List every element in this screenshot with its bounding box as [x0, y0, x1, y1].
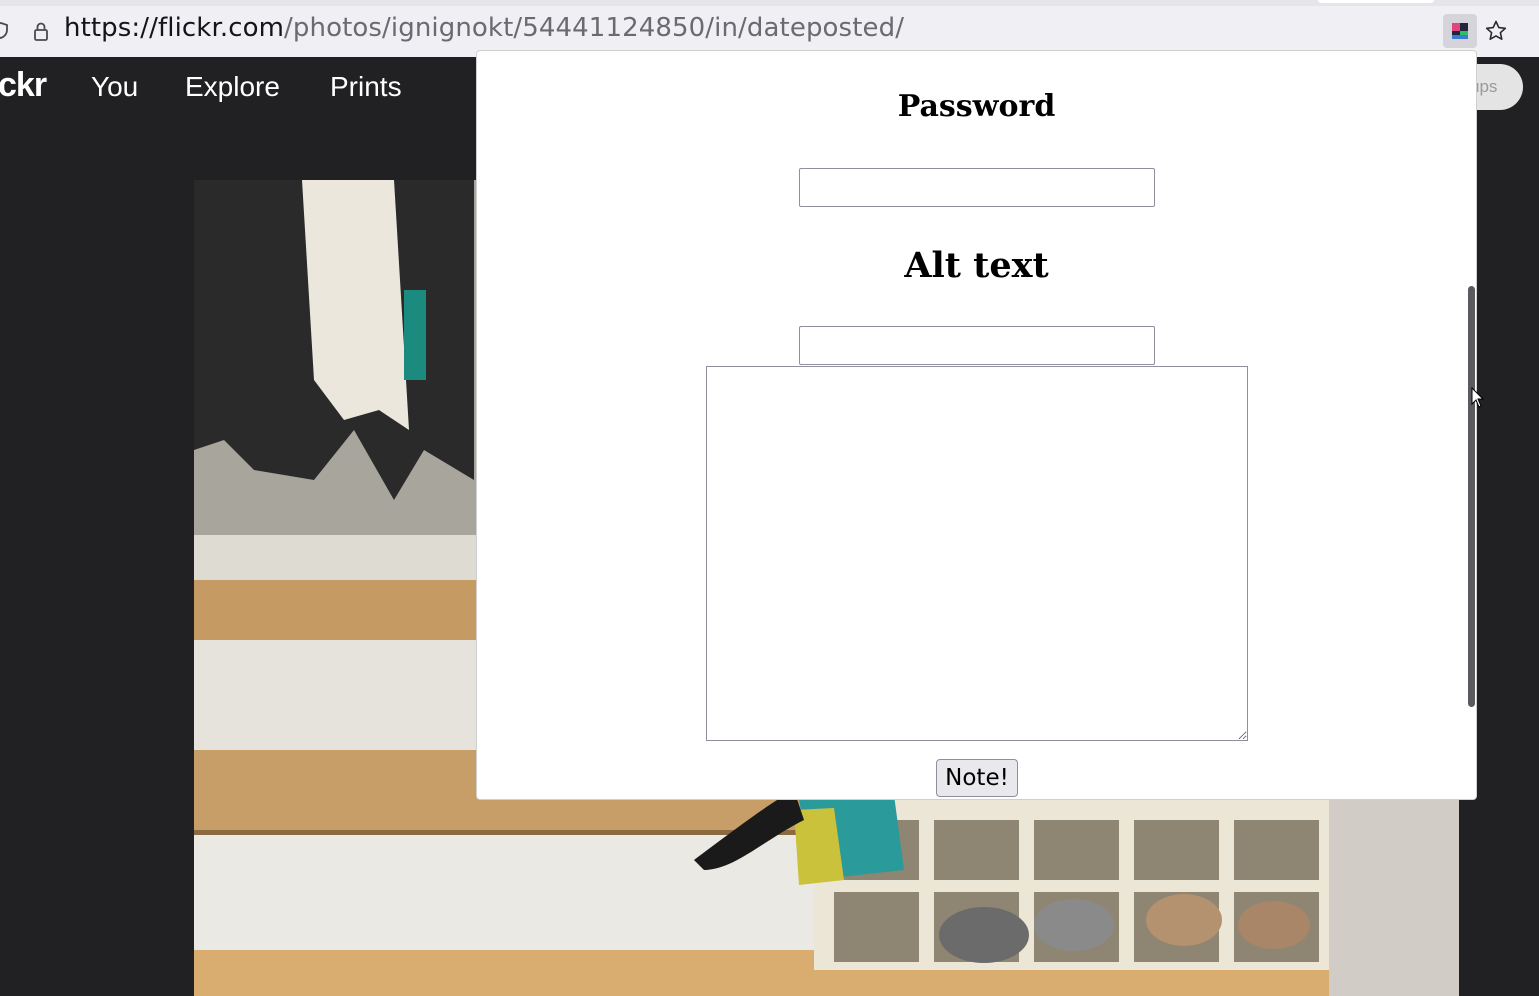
nav-prints[interactable]: Prints [330, 71, 402, 103]
nav-explore[interactable]: Explore [185, 71, 280, 103]
bookmark-star-icon[interactable] [1484, 19, 1508, 43]
note-textarea[interactable] [706, 366, 1248, 741]
active-tab-edge[interactable] [1318, 0, 1434, 3]
alt-text-heading: Alt text [904, 245, 1049, 286]
dialog-scrollbar[interactable] [1468, 286, 1475, 707]
flickr-logo[interactable]: ckr [0, 66, 47, 105]
url-path: /photos/ignignokt/54441124850/in/datepos… [284, 13, 905, 43]
password-field[interactable] [799, 168, 1155, 207]
lock-icon[interactable] [33, 21, 49, 41]
url-domain: https://flickr.com [64, 13, 285, 43]
tab-strip [0, 0, 1539, 6]
shield-icon[interactable] [0, 22, 8, 39]
password-heading: Password [897, 89, 1056, 124]
extension-icon[interactable] [1443, 14, 1477, 48]
url-field[interactable]: https://flickr.com/photos/ignignokt/5444… [64, 13, 904, 43]
note-dialog: Password Alt text Note! [476, 50, 1477, 800]
nav-you[interactable]: You [91, 71, 138, 103]
note-submit-button[interactable]: Note! [936, 759, 1018, 797]
alt-text-field[interactable] [799, 326, 1155, 365]
mouse-cursor-icon [1471, 387, 1485, 408]
